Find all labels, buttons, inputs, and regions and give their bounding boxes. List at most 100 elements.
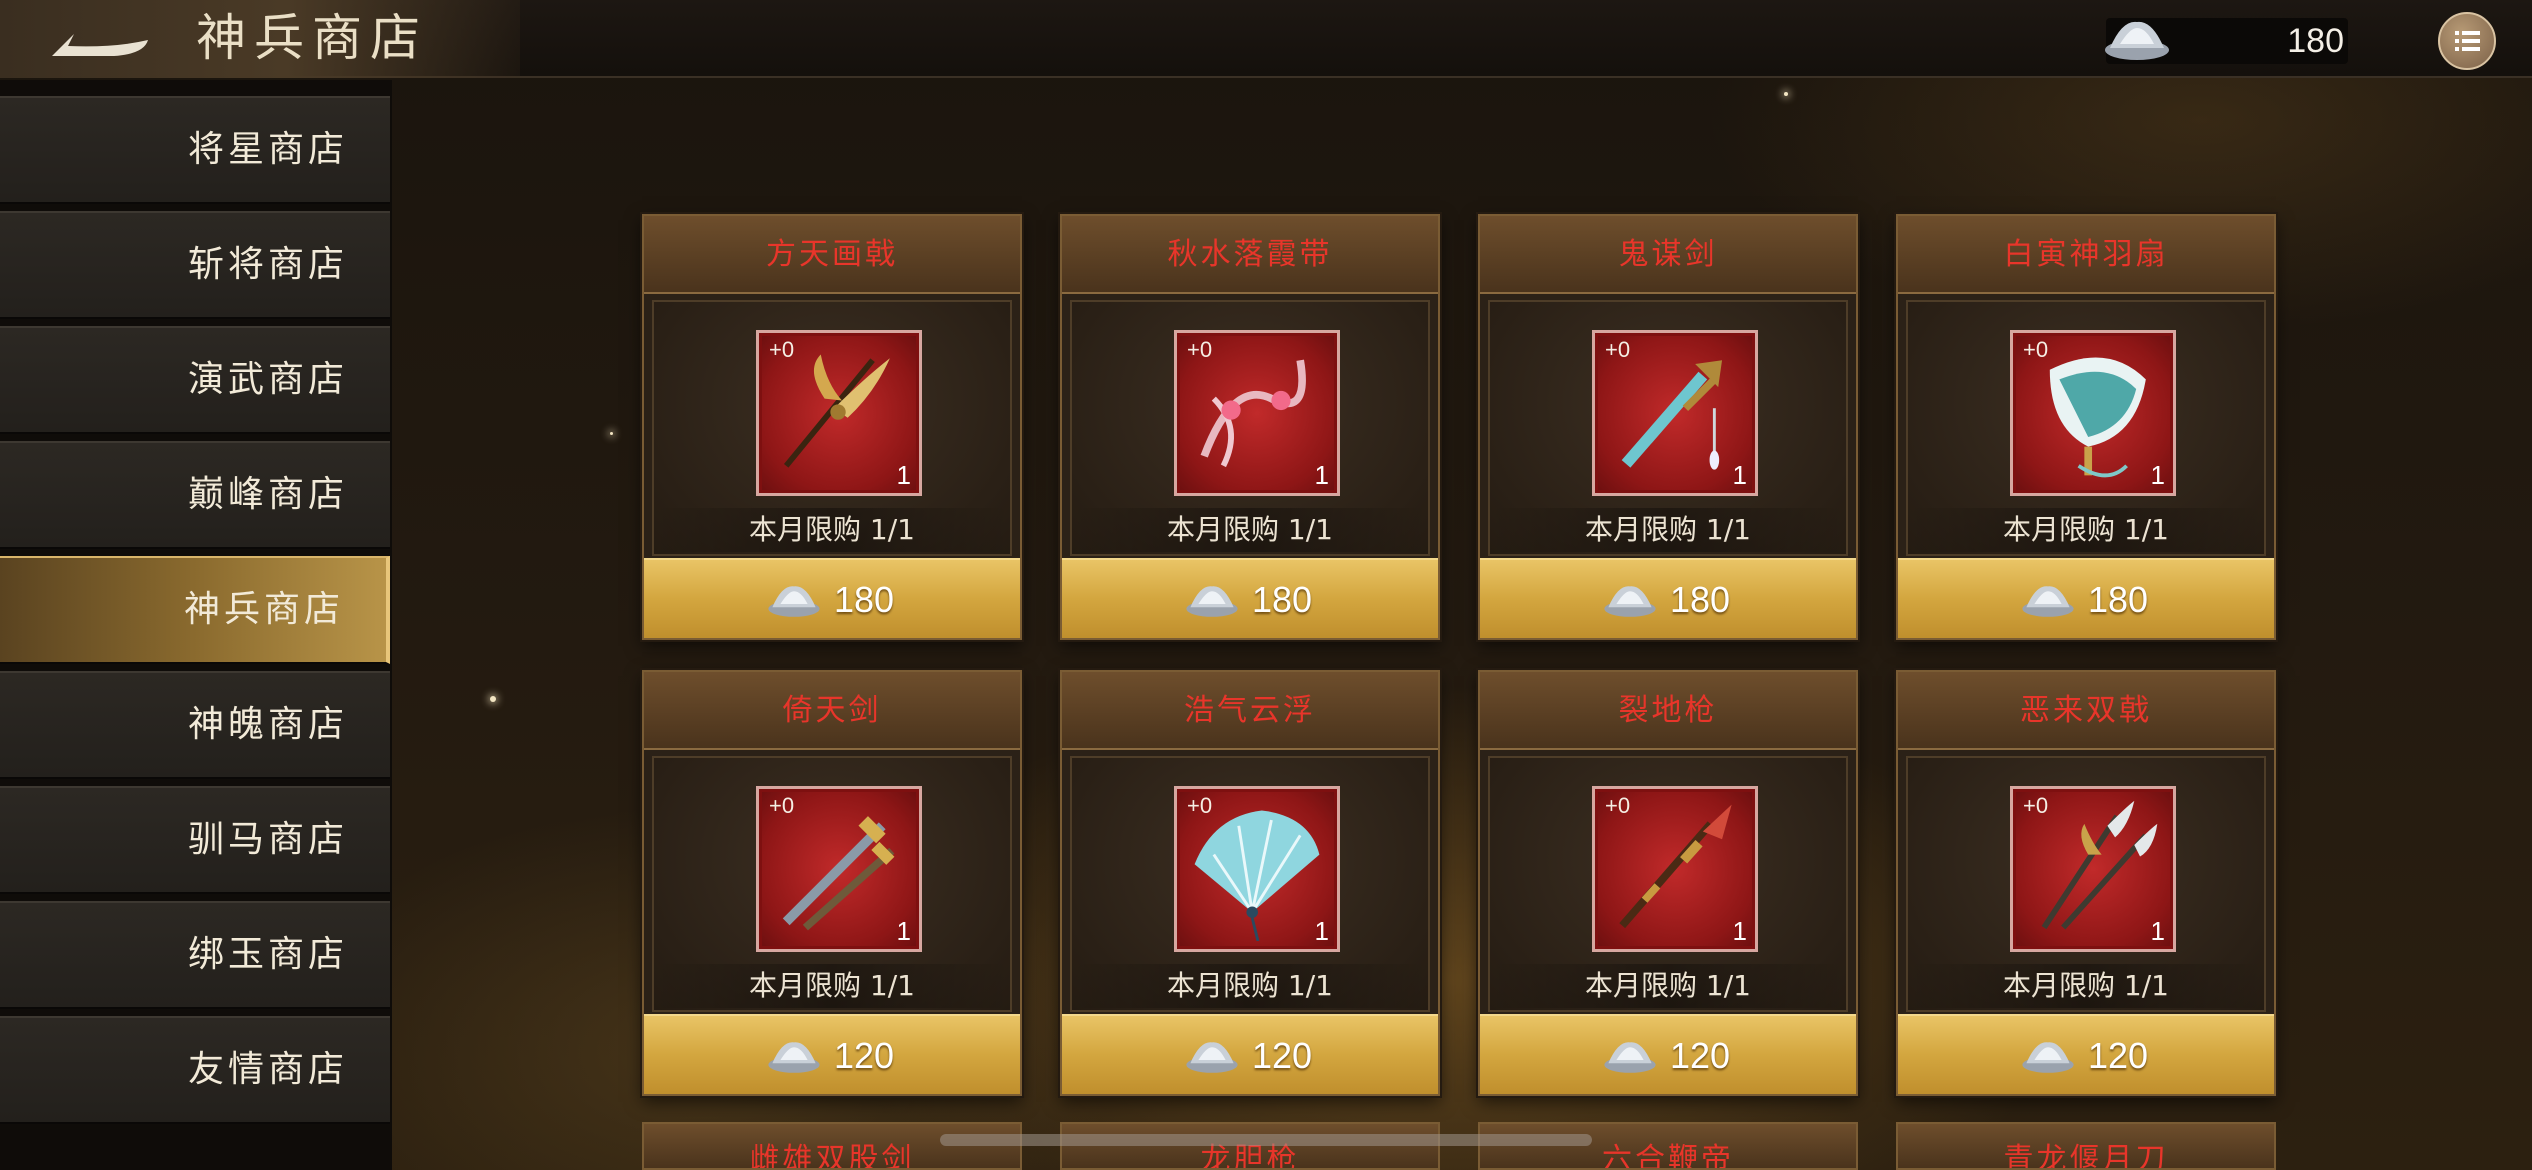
shop-item-card-partial[interactable]: 龙胆枪 [1060,1122,1440,1170]
item-name: 倚天剑 [782,693,882,728]
sparkle [490,696,496,702]
shop-item-card[interactable]: 秋水落霞带 +0 1 本月限购 1/1 180 [1060,214,1440,640]
sidebar-item-label: 巅峰商店 [187,474,348,515]
item-quantity: 1 [1314,916,1329,946]
item-slot[interactable]: +0 1 [756,786,922,952]
item-quantity: 1 [2150,460,2165,490]
sidebar-item-label: 演武商店 [187,359,348,400]
item-name: 恶来双戟 [2020,693,2152,728]
item-slot[interactable]: +0 1 [756,330,922,496]
sidebar-item-label: 斩将商店 [187,244,348,285]
purchase-limit: 本月限购 1/1 [654,964,1010,1008]
item-price: 180 [1670,579,1731,620]
menu-button[interactable] [2438,12,2496,70]
purchase-limit: 本月限购 1/1 [1908,964,2264,1008]
page-title: 神兵商店 [196,9,428,67]
silver-ingot-icon [1186,586,1238,617]
silver-ingot-icon [1604,1042,1656,1073]
silver-ingot-icon [1186,1042,1238,1073]
item-price: 120 [2088,1035,2149,1076]
shop-sidebar: 将星商店 斩将商店 演武商店 巅峰商店 神兵商店 神魄商店 驯马商店 绑玉商店 … [0,80,392,1170]
sidebar-item-zhanjiang[interactable]: 斩将商店 [0,211,390,319]
card-body: +0 1 本月限购 1/1 [1488,300,1848,556]
silver-ingot-icon [2022,1042,2074,1073]
item-slot[interactable]: +0 1 [1174,330,1340,496]
shop-item-card[interactable]: 浩气云浮 +0 1 本月限购 1/1 120 [1060,670,1440,1096]
back-button[interactable] [44,18,156,62]
item-level: +0 [1605,337,1631,362]
item-name: 方天画戟 [766,237,898,272]
card-header: 秋水落霞带 [1062,216,1438,294]
item-level: +0 [2023,793,2049,818]
item-slot[interactable]: +0 1 [1174,786,1340,952]
sidebar-item-xunma[interactable]: 驯马商店 [0,786,390,894]
sidebar-item-shenbing[interactable]: 神兵商店 [0,556,390,664]
buy-button[interactable]: 180 [1480,558,1856,638]
sidebar-item-shenpo[interactable]: 神魄商店 [0,671,390,779]
shop-item-card[interactable]: 倚天剑 +0 1 本月限购 1/1 120 [642,670,1022,1096]
shop-item-card[interactable]: 白寅神羽扇 +0 1 本月限购 1/1 180 [1896,214,2276,640]
item-level: +0 [2023,337,2049,362]
item-quantity: 1 [896,460,911,490]
shop-item-card-partial[interactable]: 六合鞭帝 [1478,1122,1858,1170]
card-body: +0 1 本月限购 1/1 [1070,756,1430,1012]
shop-item-card[interactable]: 方天画戟 +0 1 本月限购 1/1 180 [642,214,1022,640]
buy-button[interactable]: 120 [644,1014,1020,1094]
purchase-limit: 本月限购 1/1 [654,508,1010,552]
shop-item-card[interactable]: 恶来双戟 +0 1 本月限购 1/1 120 [1896,670,2276,1096]
item-price: 120 [1670,1035,1731,1076]
shop-item-card[interactable]: 鬼谋剑 +0 1 本月限购 1/1 180 [1478,214,1858,640]
silver-ingot-icon [1604,586,1656,617]
card-body: +0 1 本月限购 1/1 [652,756,1012,1012]
card-header: 鬼谋剑 [1480,216,1856,294]
sidebar-item-label: 驯马商店 [187,819,348,860]
silver-ingot-icon [768,1042,820,1073]
item-quantity: 1 [1732,460,1747,490]
sidebar-item-jiangxing[interactable]: 将星商店 [0,96,390,204]
purchase-limit: 本月限购 1/1 [1490,508,1846,552]
buy-button[interactable]: 120 [1480,1014,1856,1094]
buy-button[interactable]: 180 [1898,558,2274,638]
scroll-indicator[interactable] [940,1134,1592,1146]
purchase-limit: 本月限购 1/1 [1072,508,1428,552]
purchase-limit: 本月限购 1/1 [1908,508,2264,552]
card-header: 倚天剑 [644,672,1020,750]
shop-item-card-partial[interactable]: 雌雄双股剑 [642,1122,1022,1170]
currency-amount: 180 [2287,22,2344,60]
purchase-limit: 本月限购 1/1 [1072,964,1428,1008]
card-header: 恶来双戟 [1898,672,2274,750]
sidebar-item-label: 绑玉商店 [187,934,348,975]
shop-item-card[interactable]: 裂地枪 +0 1 本月限购 1/1 120 [1478,670,1858,1096]
item-name: 青龙偃月刀 [2003,1142,2169,1170]
item-slot[interactable]: +0 1 [1592,786,1758,952]
card-header: 浩气云浮 [1062,672,1438,750]
item-price: 180 [2088,579,2149,620]
sidebar-item-label: 神魄商店 [187,704,348,745]
item-slot[interactable]: +0 1 [1592,330,1758,496]
shop-item-card-partial[interactable]: 青龙偃月刀 [1896,1122,2276,1170]
sidebar-item-youqing[interactable]: 友情商店 [0,1016,390,1124]
sidebar-item-label: 神兵商店 [183,589,344,630]
item-slot[interactable]: +0 1 [2010,786,2176,952]
top-bar: 神兵商店 180 [0,0,2532,78]
item-level: +0 [769,793,795,818]
buy-button[interactable]: 120 [1062,1014,1438,1094]
buy-button[interactable]: 180 [1062,558,1438,638]
card-header: 方天画戟 [644,216,1020,294]
card-body: +0 1 本月限购 1/1 [1906,756,2266,1012]
item-level: +0 [1605,793,1631,818]
sidebar-item-dianfeng[interactable]: 巅峰商店 [0,441,390,549]
item-level: +0 [1187,337,1213,362]
card-body: +0 1 本月限购 1/1 [1488,756,1848,1012]
sidebar-item-bangyu[interactable]: 绑玉商店 [0,901,390,1009]
item-slot[interactable]: +0 1 [2010,330,2176,496]
list-menu-icon [2455,31,2480,51]
sparkle [1784,92,1788,96]
item-name: 鬼谋剑 [1618,237,1718,272]
buy-button[interactable]: 180 [644,558,1020,638]
item-quantity: 1 [1732,916,1747,946]
sidebar-item-label: 友情商店 [187,1049,348,1090]
sidebar-item-yanwu[interactable]: 演武商店 [0,326,390,434]
buy-button[interactable]: 120 [1898,1014,2274,1094]
item-quantity: 1 [896,916,911,946]
